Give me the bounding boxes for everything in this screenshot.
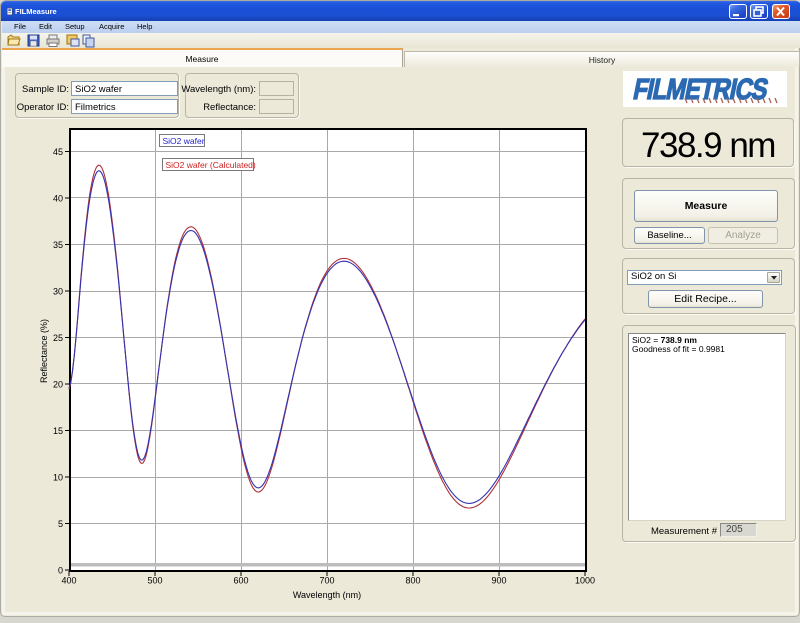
svg-text:25: 25 (53, 333, 63, 343)
svg-text:700: 700 (319, 576, 334, 586)
svg-text:5: 5 (58, 519, 63, 529)
svg-text:1000: 1000 (575, 576, 595, 586)
svg-text:Wavelength (nm): Wavelength (nm) (293, 590, 361, 600)
svg-text:600: 600 (233, 576, 248, 586)
svg-text:40: 40 (53, 194, 63, 204)
svg-text:500: 500 (147, 576, 162, 586)
svg-text:Reflectance (%): Reflectance (%) (39, 319, 49, 383)
svg-text:800: 800 (405, 576, 420, 586)
svg-text:20: 20 (53, 380, 63, 390)
svg-text:15: 15 (53, 426, 63, 436)
svg-text:45: 45 (53, 147, 63, 157)
svg-text:FILMETRICS: FILMETRICS (631, 73, 771, 106)
svg-text:10: 10 (53, 473, 63, 483)
svg-text:35: 35 (53, 240, 63, 250)
svg-text:30: 30 (53, 287, 63, 297)
svg-text:SiO2 wafer (Calculated): SiO2 wafer (Calculated) (166, 160, 256, 170)
svg-text:400: 400 (61, 576, 76, 586)
svg-text:SiO2 wafer: SiO2 wafer (163, 136, 205, 146)
svg-text:0: 0 (58, 566, 63, 576)
svg-text:900: 900 (491, 576, 506, 586)
